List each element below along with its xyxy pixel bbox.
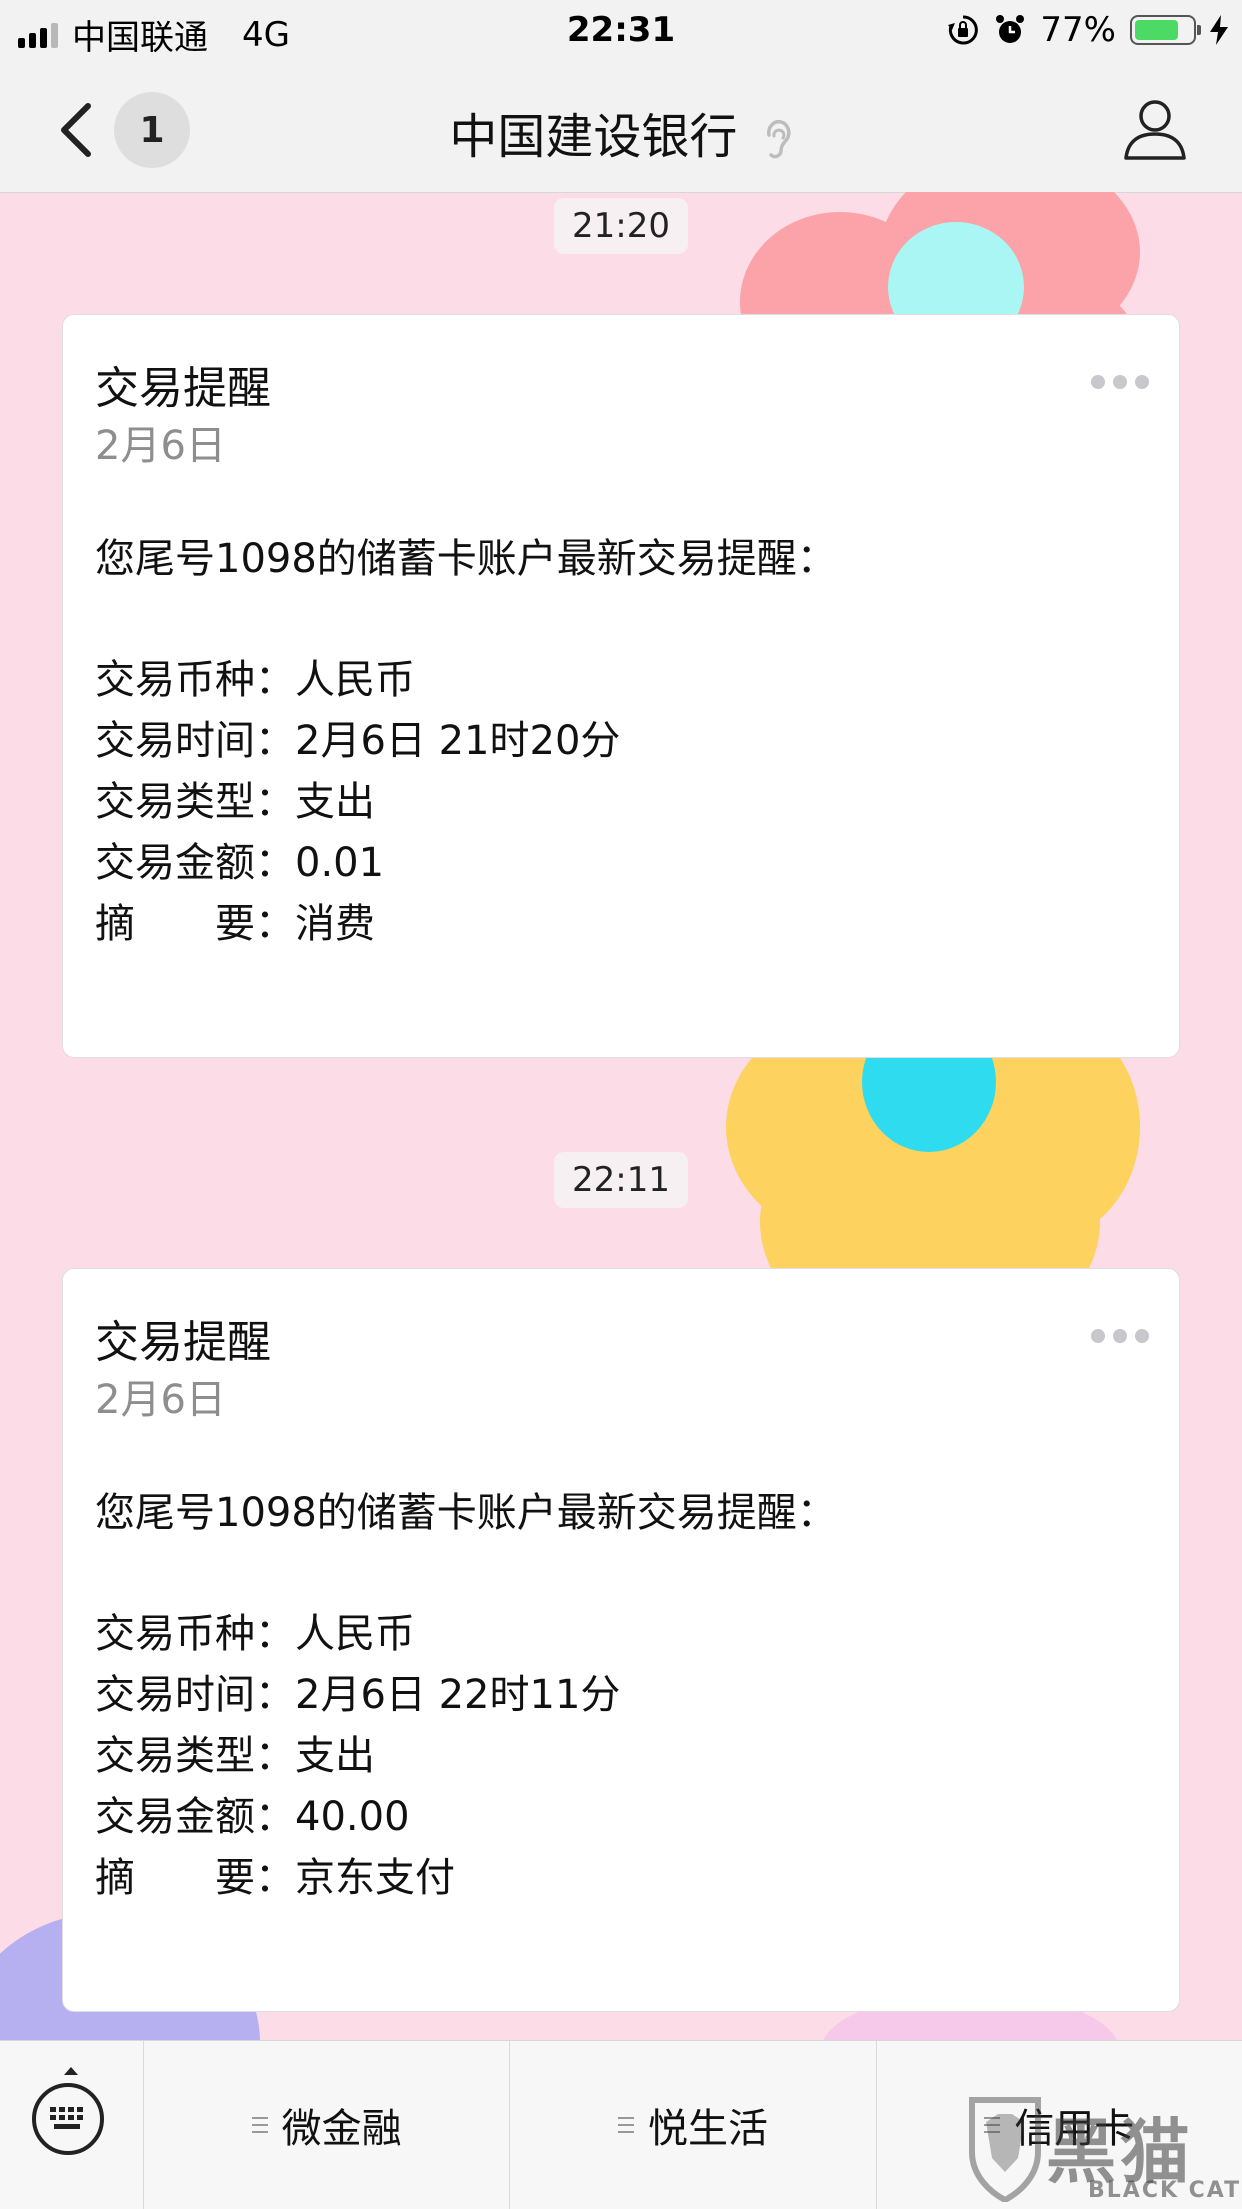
detail-label: 交易时间 bbox=[95, 718, 255, 764]
detail-value: 支出 bbox=[295, 779, 375, 825]
menu-tab-label: 悦生活 bbox=[647, 2106, 768, 2152]
detail-row: 交易类型：支出 bbox=[95, 772, 1147, 833]
detail-label: 交易类型 bbox=[95, 779, 255, 825]
menu-tab-wei-jinrong[interactable]: 微金融 bbox=[144, 2041, 511, 2209]
detail-label: 摘要 bbox=[95, 1855, 255, 1901]
message-timestamp: 22:11 bbox=[554, 1152, 688, 1208]
card-details: 交易币种：人民币 交易时间： 2月6日 21时20分 交易类型：支出 交易金额： 0… bbox=[95, 650, 1147, 955]
detail-value: 40.00 bbox=[295, 1794, 410, 1840]
detail-separator: ： bbox=[255, 1794, 295, 1840]
detail-value: 人民币 bbox=[295, 1611, 415, 1657]
battery-icon bbox=[1130, 15, 1201, 45]
card-date: 2月6日 bbox=[95, 1377, 226, 1423]
person-icon bbox=[1124, 100, 1186, 160]
detail-separator: ： bbox=[255, 718, 295, 764]
card-intro: 您尾号1098的储蓄卡账户最新交易提醒： bbox=[95, 1490, 837, 1536]
detail-label: 交易金额 bbox=[95, 1794, 255, 1840]
more-options-button[interactable] bbox=[1091, 375, 1149, 389]
detail-label: 交易币种 bbox=[95, 1611, 255, 1657]
more-options-button[interactable] bbox=[1091, 1329, 1149, 1343]
menu-icon bbox=[251, 2117, 268, 2133]
charging-bolt-icon bbox=[1210, 15, 1228, 45]
card-date: 2月6日 bbox=[95, 423, 226, 469]
detail-value: 2月6日 22时11分 bbox=[295, 1672, 621, 1718]
detail-label: 摘要 bbox=[95, 901, 255, 947]
detail-separator: ： bbox=[255, 657, 295, 703]
detail-label: 交易币种 bbox=[95, 657, 255, 703]
transaction-card[interactable]: 交易提醒 2月6日 您尾号1098的储蓄卡账户最新交易提醒： 交易币种：人民币 … bbox=[62, 314, 1180, 1058]
page-title: 中国建设银行 bbox=[0, 97, 1242, 167]
detail-value: 2月6日 21时20分 bbox=[295, 718, 621, 764]
message-timestamp: 21:20 bbox=[554, 198, 688, 254]
orientation-lock-icon bbox=[948, 15, 979, 45]
card-title: 交易提醒 bbox=[95, 1317, 271, 1368]
detail-value: 京东支付 bbox=[295, 1855, 455, 1901]
detail-separator: ： bbox=[255, 901, 295, 947]
detail-row: 交易币种：人民币 bbox=[95, 650, 1147, 711]
detail-row: 交易金额： 0.01 bbox=[95, 833, 1147, 894]
detail-row: 交易时间： 2月6日 22时11分 bbox=[95, 1665, 1147, 1726]
status-bar-right: 77% bbox=[946, 10, 1228, 50]
detail-label: 交易时间 bbox=[95, 1672, 255, 1718]
chat-area[interactable]: 21:20 交易提醒 2月6日 您尾号1098的储蓄卡账户最新交易提醒： 交易币… bbox=[0, 192, 1242, 2040]
detail-separator: ： bbox=[255, 1611, 295, 1657]
chat-title: 中国建设银行 bbox=[449, 109, 738, 165]
detail-value: 人民币 bbox=[295, 657, 415, 703]
menu-tab-label: 微金融 bbox=[281, 2106, 402, 2152]
detail-row: 交易金额： 40.00 bbox=[95, 1787, 1147, 1848]
watermark-subtext: BLACK CAT bbox=[1088, 2178, 1242, 2203]
transaction-card[interactable]: 交易提醒 2月6日 您尾号1098的储蓄卡账户最新交易提醒： 交易币种：人民币 … bbox=[62, 1268, 1180, 2012]
detail-separator: ： bbox=[255, 1855, 295, 1901]
caret-up-icon bbox=[64, 2067, 78, 2075]
detail-row: 交易币种：人民币 bbox=[95, 1604, 1147, 1665]
detail-row: 摘要：消费 bbox=[95, 894, 1147, 955]
detail-value: 支出 bbox=[295, 1733, 375, 1779]
detail-separator: ： bbox=[255, 840, 295, 886]
detail-label: 交易类型 bbox=[95, 1733, 255, 1779]
detail-label: 交易金额 bbox=[95, 840, 255, 886]
detail-row: 摘要：京东支付 bbox=[95, 1848, 1147, 1909]
card-title: 交易提醒 bbox=[95, 363, 271, 414]
profile-button[interactable] bbox=[1120, 94, 1190, 164]
alarm-icon bbox=[996, 15, 1025, 43]
ear-icon bbox=[766, 119, 791, 159]
menu-tab-yue-shenghuo[interactable]: 悦生活 bbox=[510, 2041, 877, 2209]
nav-bar: 1 中国建设银行 bbox=[0, 62, 1242, 193]
card-details: 交易币种：人民币 交易时间： 2月6日 22时11分 交易类型：支出 交易金额： 4… bbox=[95, 1604, 1147, 1909]
detail-value: 0.01 bbox=[295, 840, 385, 886]
detail-separator: ： bbox=[255, 1733, 295, 1779]
black-cat-shield-icon bbox=[969, 2097, 1041, 2202]
keyboard-icon bbox=[32, 2083, 104, 2155]
detail-separator: ： bbox=[255, 1672, 295, 1718]
detail-row: 交易时间： 2月6日 21时20分 bbox=[95, 711, 1147, 772]
card-intro: 您尾号1098的储蓄卡账户最新交易提醒： bbox=[95, 536, 837, 582]
status-bar: 中国联通 4G 22:31 77% bbox=[0, 0, 1242, 62]
menu-icon bbox=[617, 2117, 634, 2133]
watermark-logo: 黑猫 BLACK CAT bbox=[968, 2092, 1242, 2208]
detail-value: 消费 bbox=[295, 901, 375, 947]
detail-separator: ： bbox=[255, 779, 295, 825]
detail-row: 交易类型：支出 bbox=[95, 1726, 1147, 1787]
keyboard-toggle-button[interactable] bbox=[0, 2041, 144, 2209]
battery-percent: 77% bbox=[1040, 10, 1116, 50]
